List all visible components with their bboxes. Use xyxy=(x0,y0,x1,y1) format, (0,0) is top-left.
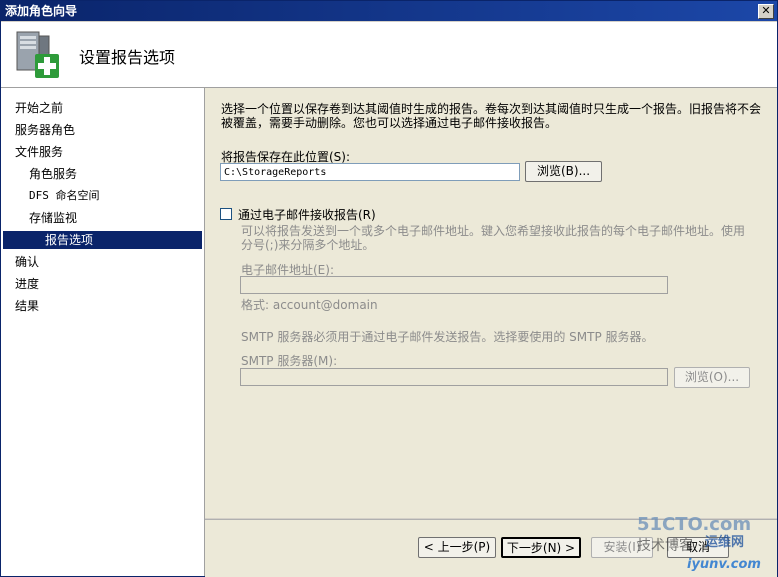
nav-item-before-begin[interactable]: 开始之前 xyxy=(15,99,63,117)
nav-item-storage-monitoring[interactable]: 存储监视 xyxy=(29,209,77,227)
nav-item-confirmation[interactable]: 确认 xyxy=(15,253,39,271)
next-button[interactable]: 下一步(N) > xyxy=(501,537,581,558)
install-button[interactable]: 安装(I) xyxy=(591,537,653,558)
window-title: 添加角色向导 xyxy=(5,4,78,18)
nav-item-server-roles[interactable]: 服务器角色 xyxy=(15,121,75,139)
wizard-footer: < 上一步(P) 下一步(N) > 安装(I) 取消 xyxy=(205,519,777,577)
email-description: 可以将报告发送到一个或多个电子邮件地址。键入您希望接收此报告的每个电子邮件地址。… xyxy=(241,224,746,252)
server-add-icon xyxy=(16,31,59,78)
nav-item-role-services[interactable]: 角色服务 xyxy=(29,165,77,183)
nav-item-file-services[interactable]: 文件服务 xyxy=(15,143,63,161)
wizard-window: 添加角色向导 ✕ 设置报告选项 开始之前 服务器角色 文件服务 角色服务 DFS… xyxy=(0,0,778,577)
nav-item-dfs-namespace[interactable]: DFS 命名空间 xyxy=(29,187,100,205)
email-format-hint: 格式: account@domain xyxy=(241,298,378,312)
nav-item-progress[interactable]: 进度 xyxy=(15,275,39,293)
email-address-input[interactable] xyxy=(240,276,668,294)
smtp-browse-button[interactable]: 浏览(O)... xyxy=(674,367,750,388)
page-title: 设置报告选项 xyxy=(79,48,176,67)
title-bar[interactable]: 添加角色向导 ✕ xyxy=(1,1,777,21)
nav-item-report-options[interactable]: 报告选项 xyxy=(3,231,202,249)
nav-item-results[interactable]: 结果 xyxy=(15,297,39,315)
wizard-nav: 开始之前 服务器角色 文件服务 角色服务 DFS 命名空间 存储监视 报告选项 … xyxy=(1,88,205,576)
back-button[interactable]: < 上一步(P) xyxy=(418,537,496,558)
email-report-label[interactable]: 通过电子邮件接收报告(R) xyxy=(238,206,376,223)
wizard-content: 选择一个位置以保存卷到达其阈值时生成的报告。卷每次到达其阈值时只生成一个报告。旧… xyxy=(205,88,777,518)
smtp-note: SMTP 服务器必须用于通过电子邮件发送报告。选择要使用的 SMTP 服务器。 xyxy=(241,330,654,344)
close-button[interactable]: ✕ xyxy=(758,4,774,19)
browse-button[interactable]: 浏览(B)... xyxy=(525,161,602,182)
smtp-server-input[interactable] xyxy=(240,368,668,386)
smtp-server-label: SMTP 服务器(M): xyxy=(241,354,338,368)
wizard-header: 设置报告选项 xyxy=(1,22,777,88)
report-description: 选择一个位置以保存卷到达其阈值时生成的报告。卷每次到达其阈值时只生成一个报告。旧… xyxy=(221,102,762,130)
email-report-checkbox[interactable] xyxy=(220,208,232,220)
save-location-input[interactable]: C:\StorageReports xyxy=(220,163,520,181)
cancel-button[interactable]: 取消 xyxy=(667,537,729,558)
